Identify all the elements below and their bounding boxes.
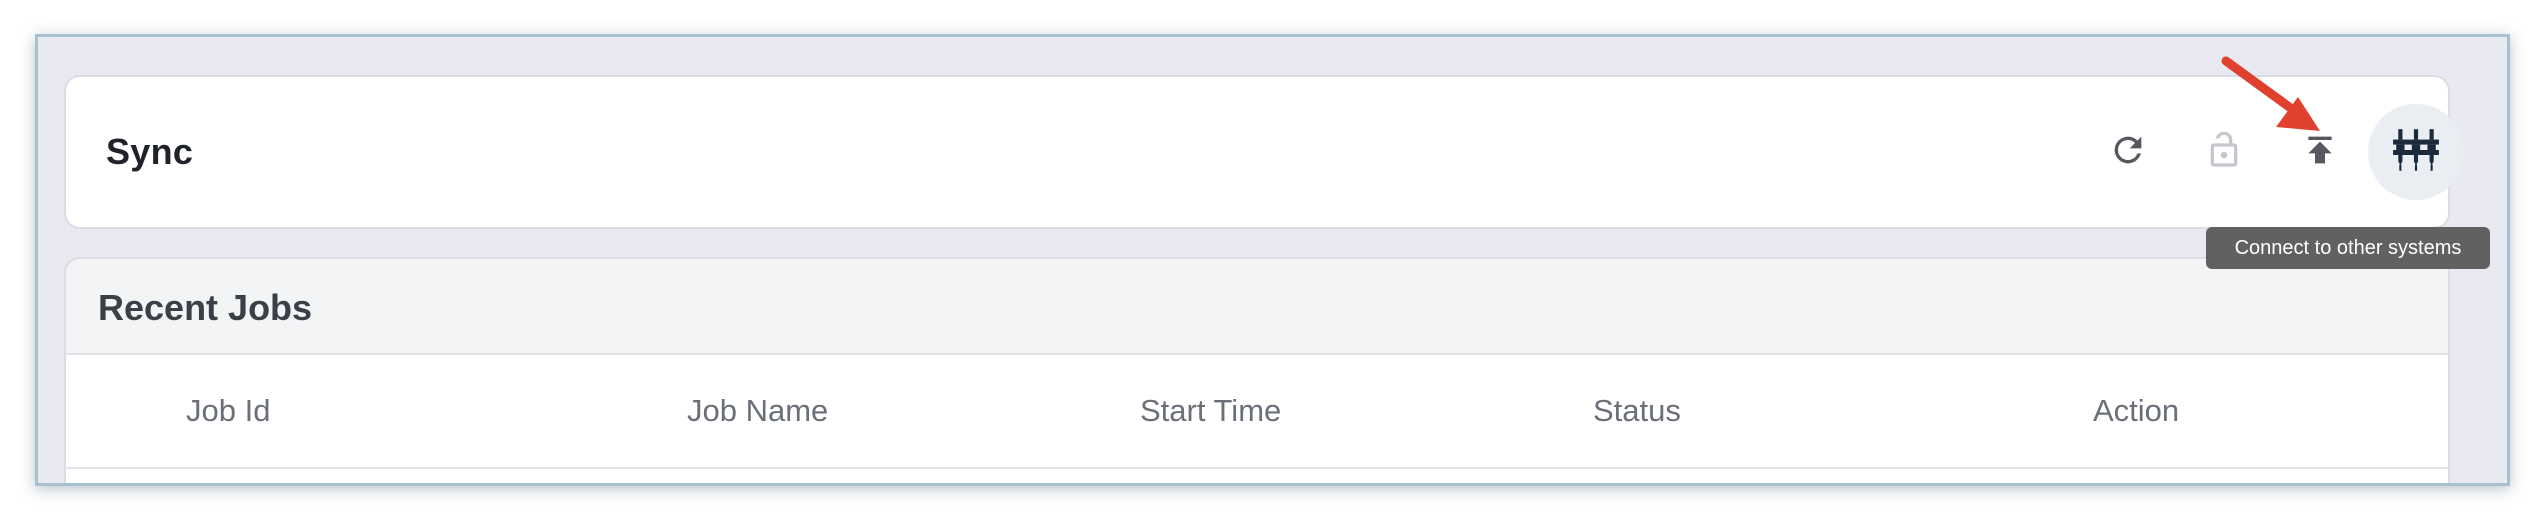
recent-jobs-header: Recent Jobs <box>66 259 2448 355</box>
tooltip-connect: Connect to other systems <box>2206 227 2490 269</box>
page-header: Sync <box>64 75 2464 229</box>
column-header-job-name[interactable]: Job Name <box>687 393 828 429</box>
refresh-icon <box>2108 130 2148 175</box>
column-header-start-time[interactable]: Start Time <box>1140 393 1281 429</box>
column-header-status[interactable]: Status <box>1593 393 1681 429</box>
annotation-arrow <box>2221 56 2320 131</box>
app-window: Sync Connect to other systems Recent Job… <box>35 34 2510 486</box>
refresh-button[interactable] <box>2080 104 2176 200</box>
column-header-action[interactable]: Action <box>2093 393 2179 429</box>
column-header-job-id[interactable]: Job Id <box>186 393 270 429</box>
recent-jobs-panel: Recent Jobs Job Id Job Name Start Time S… <box>64 257 2450 483</box>
page-title: Sync <box>106 131 194 172</box>
recent-jobs-title: Recent Jobs <box>98 287 313 328</box>
connectors-icon <box>2391 125 2441 180</box>
connect-systems-button[interactable] <box>2368 104 2464 200</box>
table-header-row: Job Id Job Name Start Time Status Action <box>66 355 2448 469</box>
